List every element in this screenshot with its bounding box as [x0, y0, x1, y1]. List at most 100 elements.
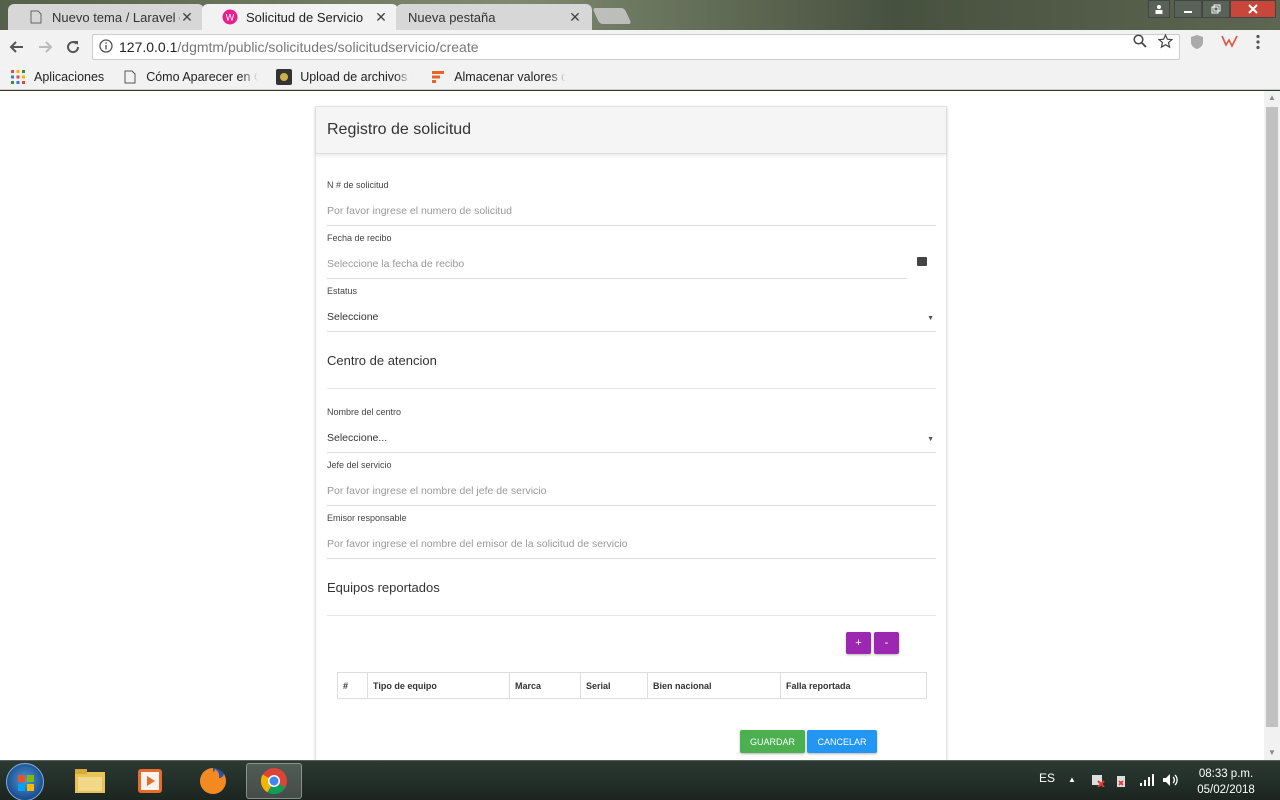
- field-label: Nombre del centro: [327, 407, 402, 417]
- explorer-taskbar-item[interactable]: [62, 763, 118, 799]
- bookmark-label: Upload de archivos p: [300, 69, 413, 84]
- col-header: #: [337, 672, 368, 699]
- system-clock[interactable]: 08:33 p.m. 05/02/2018: [1190, 766, 1262, 798]
- nombre-centro-field: Nombre del centro Seleccione... ▼: [327, 407, 936, 453]
- zoom-icon[interactable]: [1133, 34, 1147, 51]
- section-title-centro: Centro de atencion: [327, 353, 936, 389]
- clock-date: 05/02/2018: [1197, 784, 1255, 796]
- remove-row-button[interactable]: -: [874, 632, 899, 654]
- table-header-row: # Tipo de equipo Marca Serial Bien nacio…: [337, 672, 927, 699]
- estatus-field: Estatus Seleccione ▼: [327, 286, 936, 332]
- caret-down-icon: ▼: [927, 315, 934, 322]
- tray-expand-icon[interactable]: ▲: [1068, 775, 1076, 784]
- apps-grid-icon: [10, 69, 26, 85]
- reload-icon: [67, 41, 80, 54]
- info-icon[interactable]: [93, 38, 119, 56]
- url-path: /dgmtm/public/solicitudes/solicitudservi…: [177, 39, 479, 55]
- jefe-servicio-input[interactable]: Por favor ingrese el nombre del jefe de …: [327, 481, 936, 506]
- close-icon[interactable]: ✕: [180, 9, 194, 26]
- close-window-button[interactable]: [1230, 0, 1276, 18]
- network-signal-icon[interactable]: [1139, 773, 1155, 790]
- user-profile-icon[interactable]: [1148, 0, 1170, 18]
- field-label: Jefe del servicio: [327, 460, 392, 470]
- site-favicon-icon: W: [222, 9, 238, 25]
- col-header: Serial: [580, 672, 648, 699]
- browser-titlebar: Nuevo tema / Laravel en ✕ W Solicitud de…: [0, 0, 1280, 30]
- scroll-up-icon[interactable]: ▲: [1264, 91, 1280, 105]
- numero-solicitud-field: N # de solicitud Por favor ingrese el nu…: [327, 180, 936, 226]
- tab-label: Nuevo tema / Laravel en: [52, 9, 180, 25]
- col-header: Falla reportada: [780, 672, 927, 699]
- power-icon[interactable]: [1114, 773, 1128, 792]
- save-button[interactable]: GUARDAR: [740, 730, 805, 753]
- chrome-icon: [260, 768, 287, 795]
- volume-icon[interactable]: [1162, 773, 1180, 790]
- browser-toolbar: 127.0.0.1/dgmtm/public/solicitudes/solic…: [0, 30, 1280, 64]
- back-button[interactable]: [6, 36, 28, 58]
- numero-solicitud-input[interactable]: Por favor ingrese el numero de solicitud: [327, 201, 936, 226]
- tab-label: Nueva pestaña: [408, 9, 496, 25]
- page-scrollbar[interactable]: ▲ ▼: [1264, 91, 1280, 760]
- scroll-down-icon[interactable]: ▼: [1264, 746, 1280, 760]
- start-button[interactable]: [6, 763, 44, 800]
- scrollbar-thumb[interactable]: [1266, 107, 1278, 727]
- select-value: Seleccione...: [327, 432, 388, 444]
- close-icon[interactable]: ✕: [568, 9, 582, 26]
- tab-nuevo-tema[interactable]: Nuevo tema / Laravel en ✕: [8, 4, 204, 30]
- restore-button[interactable]: [1202, 0, 1230, 18]
- tab-solicitud-servicio[interactable]: W Solicitud de Servicio ✕: [202, 4, 398, 30]
- menu-kebab-icon[interactable]: [1256, 34, 1260, 53]
- stackoverflow-icon: [430, 69, 446, 85]
- bookmark-aplicaciones[interactable]: Aplicaciones: [10, 69, 104, 85]
- equipos-table: # Tipo de equipo Marca Serial Bien nacio…: [337, 672, 927, 699]
- col-header: Marca: [509, 672, 581, 699]
- estatus-select[interactable]: Seleccione ▼: [327, 307, 936, 332]
- bookmark-almacenar-valores[interactable]: Almacenar valores de: [430, 69, 566, 85]
- arrow-right-icon: [39, 41, 53, 53]
- field-label: Estatus: [327, 286, 358, 296]
- section-title-equipos: Equipos reportados: [327, 580, 936, 616]
- bookmark-label: Almacenar valores de: [454, 69, 567, 84]
- clock-time: 08:33 p.m.: [1198, 768, 1254, 780]
- firefox-icon: [200, 768, 226, 794]
- col-header: Tipo de equipo: [367, 672, 510, 699]
- site-favicon-icon: [276, 68, 293, 85]
- media-player-taskbar-item[interactable]: [122, 763, 178, 799]
- field-label: Fecha de recibo: [327, 233, 392, 243]
- field-label: N # de solicitud: [327, 180, 389, 190]
- windows-logo-icon: [18, 775, 34, 791]
- tab-label: Solicitud de Servicio: [246, 9, 364, 25]
- jefe-servicio-field: Jefe del servicio Por favor ingrese el n…: [327, 460, 936, 506]
- windows-taskbar: ES ▲ 08:33 p.m. 05/02/2018: [0, 760, 1280, 800]
- nombre-centro-select[interactable]: Seleccione... ▼: [327, 428, 936, 453]
- minimize-button[interactable]: [1174, 0, 1202, 18]
- calendar-icon[interactable]: [917, 257, 927, 266]
- shield-extension-icon[interactable]: [1190, 34, 1204, 53]
- form-card: Registro de solicitud N # de solicitud P…: [315, 106, 947, 760]
- add-row-button[interactable]: +: [846, 632, 871, 654]
- emisor-responsable-input[interactable]: Por favor ingrese el nombre del emisor d…: [327, 534, 936, 559]
- fecha-recibo-field: Fecha de recibo Seleccione la fecha de r…: [327, 233, 936, 279]
- tab-nueva-pestana[interactable]: Nueva pestaña ✕: [396, 4, 592, 30]
- document-icon: [28, 9, 44, 25]
- bookmark-star-icon[interactable]: [1157, 33, 1174, 52]
- close-icon[interactable]: ✕: [374, 9, 388, 26]
- cancel-button[interactable]: CANCELAR: [807, 730, 877, 753]
- language-indicator[interactable]: ES: [1039, 771, 1055, 785]
- reload-button[interactable]: [62, 36, 84, 58]
- col-header: Bien nacional: [647, 672, 781, 699]
- bookmark-como-aparecer[interactable]: Cómo Aparecer en G: [122, 69, 258, 85]
- firefox-taskbar-item[interactable]: [185, 763, 241, 799]
- bookmark-upload-archivos[interactable]: Upload de archivos p: [276, 68, 413, 85]
- action-center-icon[interactable]: [1091, 773, 1105, 790]
- address-bar[interactable]: 127.0.0.1/dgmtm/public/solicitudes/solic…: [92, 34, 1180, 60]
- media-player-icon: [138, 769, 162, 793]
- bookmark-label: Cómo Aparecer en G: [146, 69, 259, 84]
- laravel-extension-icon[interactable]: [1221, 34, 1239, 51]
- bookmarks-bar: Aplicaciones Cómo Aparecer en G Upload d…: [0, 64, 1280, 90]
- new-tab-button[interactable]: [592, 8, 632, 24]
- page-viewport: Registro de solicitud N # de solicitud P…: [0, 91, 1264, 760]
- chrome-taskbar-item[interactable]: [246, 763, 302, 799]
- fecha-recibo-input[interactable]: Seleccione la fecha de recibo: [327, 254, 907, 279]
- forward-button[interactable]: [34, 36, 56, 58]
